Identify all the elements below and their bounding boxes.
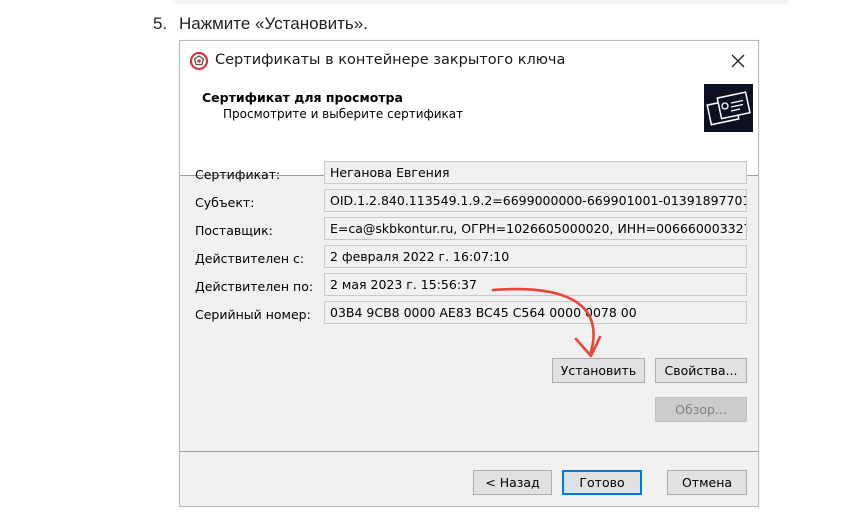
certificate-field[interactable]: Неганова Евгения xyxy=(324,161,747,184)
valid-from-label: Действителен с: xyxy=(195,251,305,266)
properties-button[interactable]: Свойства... xyxy=(655,358,747,383)
valid-from-field[interactable]: 2 февраля 2022 г. 16:07:10 xyxy=(324,245,747,268)
install-button[interactable]: Установить xyxy=(552,358,645,383)
cryptopro-app-icon xyxy=(189,51,209,71)
step-number: 5. xyxy=(153,14,168,33)
issuer-field[interactable]: E=ca@skbkontur.ru, ОГРН=1026605000020, И… xyxy=(324,217,747,240)
close-icon xyxy=(731,54,745,67)
back-button[interactable]: < Назад xyxy=(473,470,552,495)
issuer-label: Поставщик: xyxy=(195,223,273,238)
dialog-titlebar: Сертификаты в контейнере закрытого ключа xyxy=(180,41,758,80)
valid-to-field[interactable]: 2 мая 2023 г. 15:56:37 xyxy=(324,273,747,296)
dialog-title: Сертификаты в контейнере закрытого ключа xyxy=(215,52,566,68)
footer-divider xyxy=(180,451,758,452)
previous-section-strip xyxy=(172,0,789,4)
certificate-label: Сертификат: xyxy=(195,167,281,182)
valid-to-label: Действителен по: xyxy=(195,279,314,294)
header-subtitle: Просмотрите и выберите сертификат xyxy=(223,107,464,121)
browse-button[interactable]: Обзор... xyxy=(655,397,747,422)
instruction-step: 5. Нажмите «Установить». xyxy=(153,14,368,34)
cancel-button[interactable]: Отмена xyxy=(667,470,747,495)
finish-button[interactable]: Готово xyxy=(562,470,642,495)
subject-label: Субъект: xyxy=(195,195,255,210)
subject-field[interactable]: OID.1.2.840.113549.1.9.2=6699000000-6699… xyxy=(324,189,747,212)
close-button[interactable] xyxy=(718,41,758,80)
serial-number-field[interactable]: 03B4 9CB8 0000 AE83 BC45 C564 0000 0078 … xyxy=(324,301,747,324)
certificates-dialog: Сертификаты в контейнере закрытого ключа… xyxy=(179,40,759,507)
step-text: Нажмите «Установить». xyxy=(179,14,368,33)
serial-number-label: Серийный номер: xyxy=(195,307,311,322)
certificate-icon xyxy=(704,84,753,132)
header-title: Сертификат для просмотра xyxy=(202,90,403,105)
